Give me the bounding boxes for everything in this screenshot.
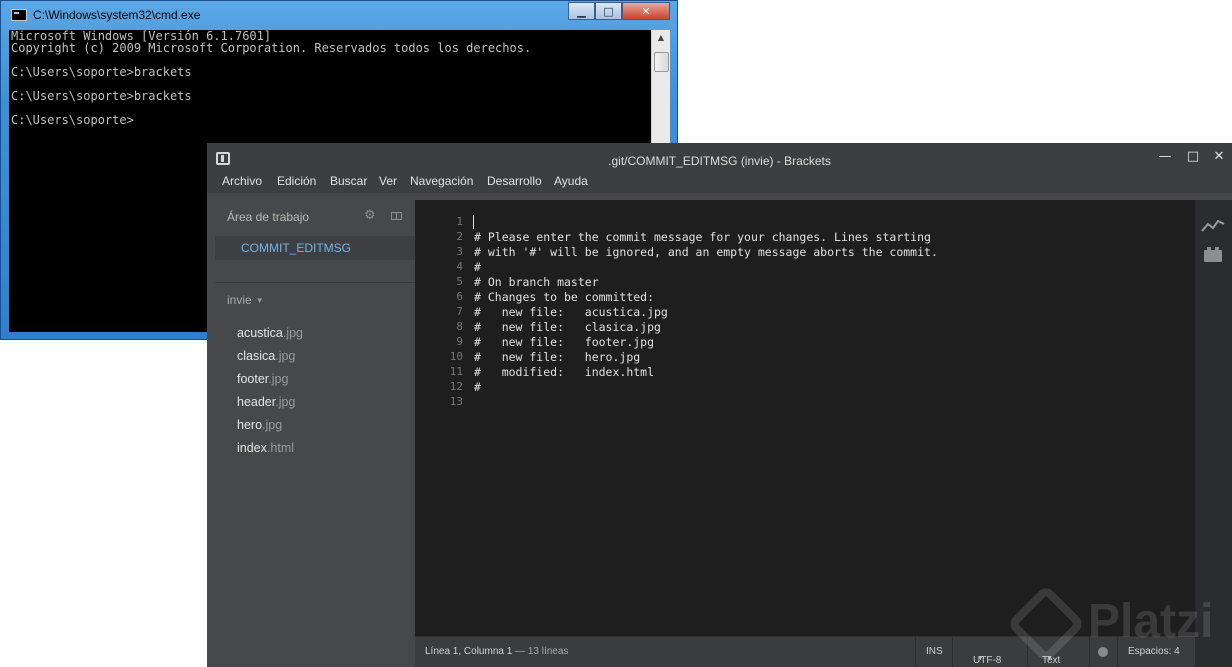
menu-desarrollo[interactable]: Desarrollo bbox=[487, 174, 542, 188]
file-tree-item[interactable]: index.html bbox=[237, 441, 303, 464]
file-extension: .jpg bbox=[275, 395, 296, 409]
line-number: 5 bbox=[456, 275, 463, 288]
brackets-minimize-button[interactable]: — bbox=[1155, 147, 1175, 167]
menu-ver[interactable]: Ver bbox=[379, 174, 397, 188]
caret-down-icon: ▼ bbox=[977, 655, 984, 662]
file-extension: .jpg bbox=[268, 372, 289, 386]
platzi-watermark: Platzi bbox=[1006, 584, 1232, 664]
code-lines[interactable]: # Please enter the commit message for yo… bbox=[474, 215, 938, 410]
code-line: # bbox=[474, 260, 481, 274]
line-number-gutter: 1 2 3 4 5 6 7 8 9 10 11 12 13 bbox=[415, 215, 463, 410]
file-tree-item[interactable]: header.jpg bbox=[237, 395, 303, 418]
cmd-app-icon[interactable] bbox=[11, 9, 27, 21]
brackets-window: .git/COMMIT_EDITMSG (invie) - Brackets —… bbox=[207, 143, 1232, 667]
file-name: clasica bbox=[237, 349, 276, 363]
line-number: 6 bbox=[456, 290, 463, 303]
watermark-text: Platzi bbox=[1088, 595, 1214, 648]
line-number: 3 bbox=[456, 245, 463, 258]
line-number: 10 bbox=[449, 350, 463, 363]
working-set-file-label: COMMIT_EDITMSG bbox=[241, 241, 351, 255]
file-tree: acustica.jpg clasica.jpg footer.jpg head… bbox=[237, 326, 303, 464]
file-extension: .html bbox=[266, 441, 294, 455]
caret-down-icon: ▼ bbox=[255, 296, 264, 306]
live-preview-icon[interactable] bbox=[1201, 218, 1225, 234]
project-name: invie bbox=[227, 293, 252, 307]
file-tree-item[interactable]: clasica.jpg bbox=[237, 349, 303, 372]
code-line: # On branch master bbox=[474, 275, 599, 289]
menu-ayuda[interactable]: Ayuda bbox=[554, 174, 588, 188]
line-number: 13 bbox=[449, 395, 463, 408]
console-line: C:\Users\soporte> bbox=[11, 113, 134, 127]
cmd-close-button[interactable]: ✕ bbox=[622, 2, 670, 20]
console-line: Copyright (c) 2009 Microsoft Corporation… bbox=[11, 41, 532, 55]
file-extension: .jpg bbox=[262, 418, 283, 432]
encoding-select[interactable]: UTF-8 ▼ bbox=[952, 637, 1027, 667]
sidebar: Área de trabajo ⚙ COMMIT_EDITMSG invie ▼ … bbox=[207, 193, 415, 667]
scroll-up-arrow-icon[interactable]: ▲ bbox=[652, 30, 670, 46]
cmd-titlebar[interactable]: C:\Windows\system32\cmd.exe ▁ □ ✕ bbox=[1, 1, 677, 27]
line-number: 8 bbox=[456, 320, 463, 333]
insert-mode-label: INS bbox=[926, 646, 943, 657]
line-number: 2 bbox=[456, 230, 463, 243]
line-count: — 13 líneas bbox=[512, 646, 569, 657]
code-line: # new file: hero.jpg bbox=[474, 350, 641, 364]
console-line: C:\Users\soporte>brackets bbox=[11, 89, 192, 103]
code-line: # Changes to be committed: bbox=[474, 290, 655, 304]
file-name: index bbox=[237, 441, 267, 455]
menu-navegacion[interactable]: Navegación bbox=[410, 174, 473, 188]
file-extension: .jpg bbox=[282, 326, 304, 340]
file-name: footer bbox=[237, 372, 269, 386]
file-tree-item[interactable]: acustica.jpg bbox=[237, 326, 303, 349]
line-number: 12 bbox=[449, 380, 463, 393]
file-tree-item[interactable]: hero.jpg bbox=[237, 418, 303, 441]
line-number: 4 bbox=[456, 260, 463, 273]
menu-buscar[interactable]: Buscar bbox=[330, 174, 367, 188]
console-line: C:\Users\soporte>brackets bbox=[11, 65, 192, 79]
platzi-logo-icon bbox=[1006, 584, 1086, 664]
menu-archivo[interactable]: Archivo bbox=[222, 174, 262, 188]
code-line: # new file: clasica.jpg bbox=[474, 320, 661, 334]
brackets-close-button[interactable]: ✕ bbox=[1209, 147, 1229, 167]
line-number: 9 bbox=[456, 335, 463, 348]
scroll-thumb[interactable] bbox=[654, 52, 669, 72]
file-name: header bbox=[237, 395, 276, 409]
line-number: 7 bbox=[456, 305, 463, 318]
code-editor[interactable]: 1 2 3 4 5 6 7 8 9 10 11 12 13 # Please e… bbox=[415, 200, 1195, 636]
file-name: hero bbox=[237, 418, 263, 432]
split-view-icon[interactable] bbox=[391, 212, 402, 220]
cursor-position: Línea 1, Columna 1 — 13 líneas bbox=[425, 646, 568, 657]
cmd-maximize-button[interactable]: □ bbox=[595, 2, 622, 20]
menu-bar: Archivo Edición Buscar Ver Navegación De… bbox=[207, 169, 1232, 193]
working-set-title: Área de trabajo bbox=[227, 210, 310, 224]
extension-manager-icon[interactable] bbox=[1204, 247, 1222, 262]
insert-mode-toggle[interactable]: INS bbox=[915, 637, 952, 667]
file-name: acustica bbox=[237, 326, 283, 340]
cursor-position-label: Línea 1, Columna 1 bbox=[425, 646, 513, 657]
sidebar-divider bbox=[215, 282, 415, 283]
cmd-window-title: C:\Windows\system32\cmd.exe bbox=[33, 8, 201, 22]
code-line: # Please enter the commit message for yo… bbox=[474, 230, 931, 244]
menu-edicion[interactable]: Edición bbox=[277, 174, 316, 188]
cmd-minimize-button[interactable]: ▁ bbox=[568, 2, 595, 20]
working-set-file[interactable]: COMMIT_EDITMSG bbox=[215, 236, 415, 260]
gear-icon[interactable]: ⚙ bbox=[364, 208, 376, 223]
code-line: # modified: index.html bbox=[474, 365, 655, 379]
line-number: 1 bbox=[456, 215, 463, 228]
code-line: # new file: footer.jpg bbox=[474, 335, 655, 349]
line-number: 11 bbox=[449, 365, 463, 378]
file-extension: .jpg bbox=[275, 349, 296, 363]
code-line: # new file: acustica.jpg bbox=[474, 305, 668, 319]
brackets-maximize-button[interactable]: □ bbox=[1183, 147, 1203, 167]
file-tree-item[interactable]: footer.jpg bbox=[237, 372, 303, 395]
brackets-window-title: .git/COMMIT_EDITMSG (invie) - Brackets bbox=[608, 154, 831, 168]
project-dropdown[interactable]: invie ▼ bbox=[227, 293, 264, 307]
code-line: # bbox=[474, 380, 481, 394]
code-line: # with '#' will be ignored, and an empty… bbox=[474, 245, 938, 259]
